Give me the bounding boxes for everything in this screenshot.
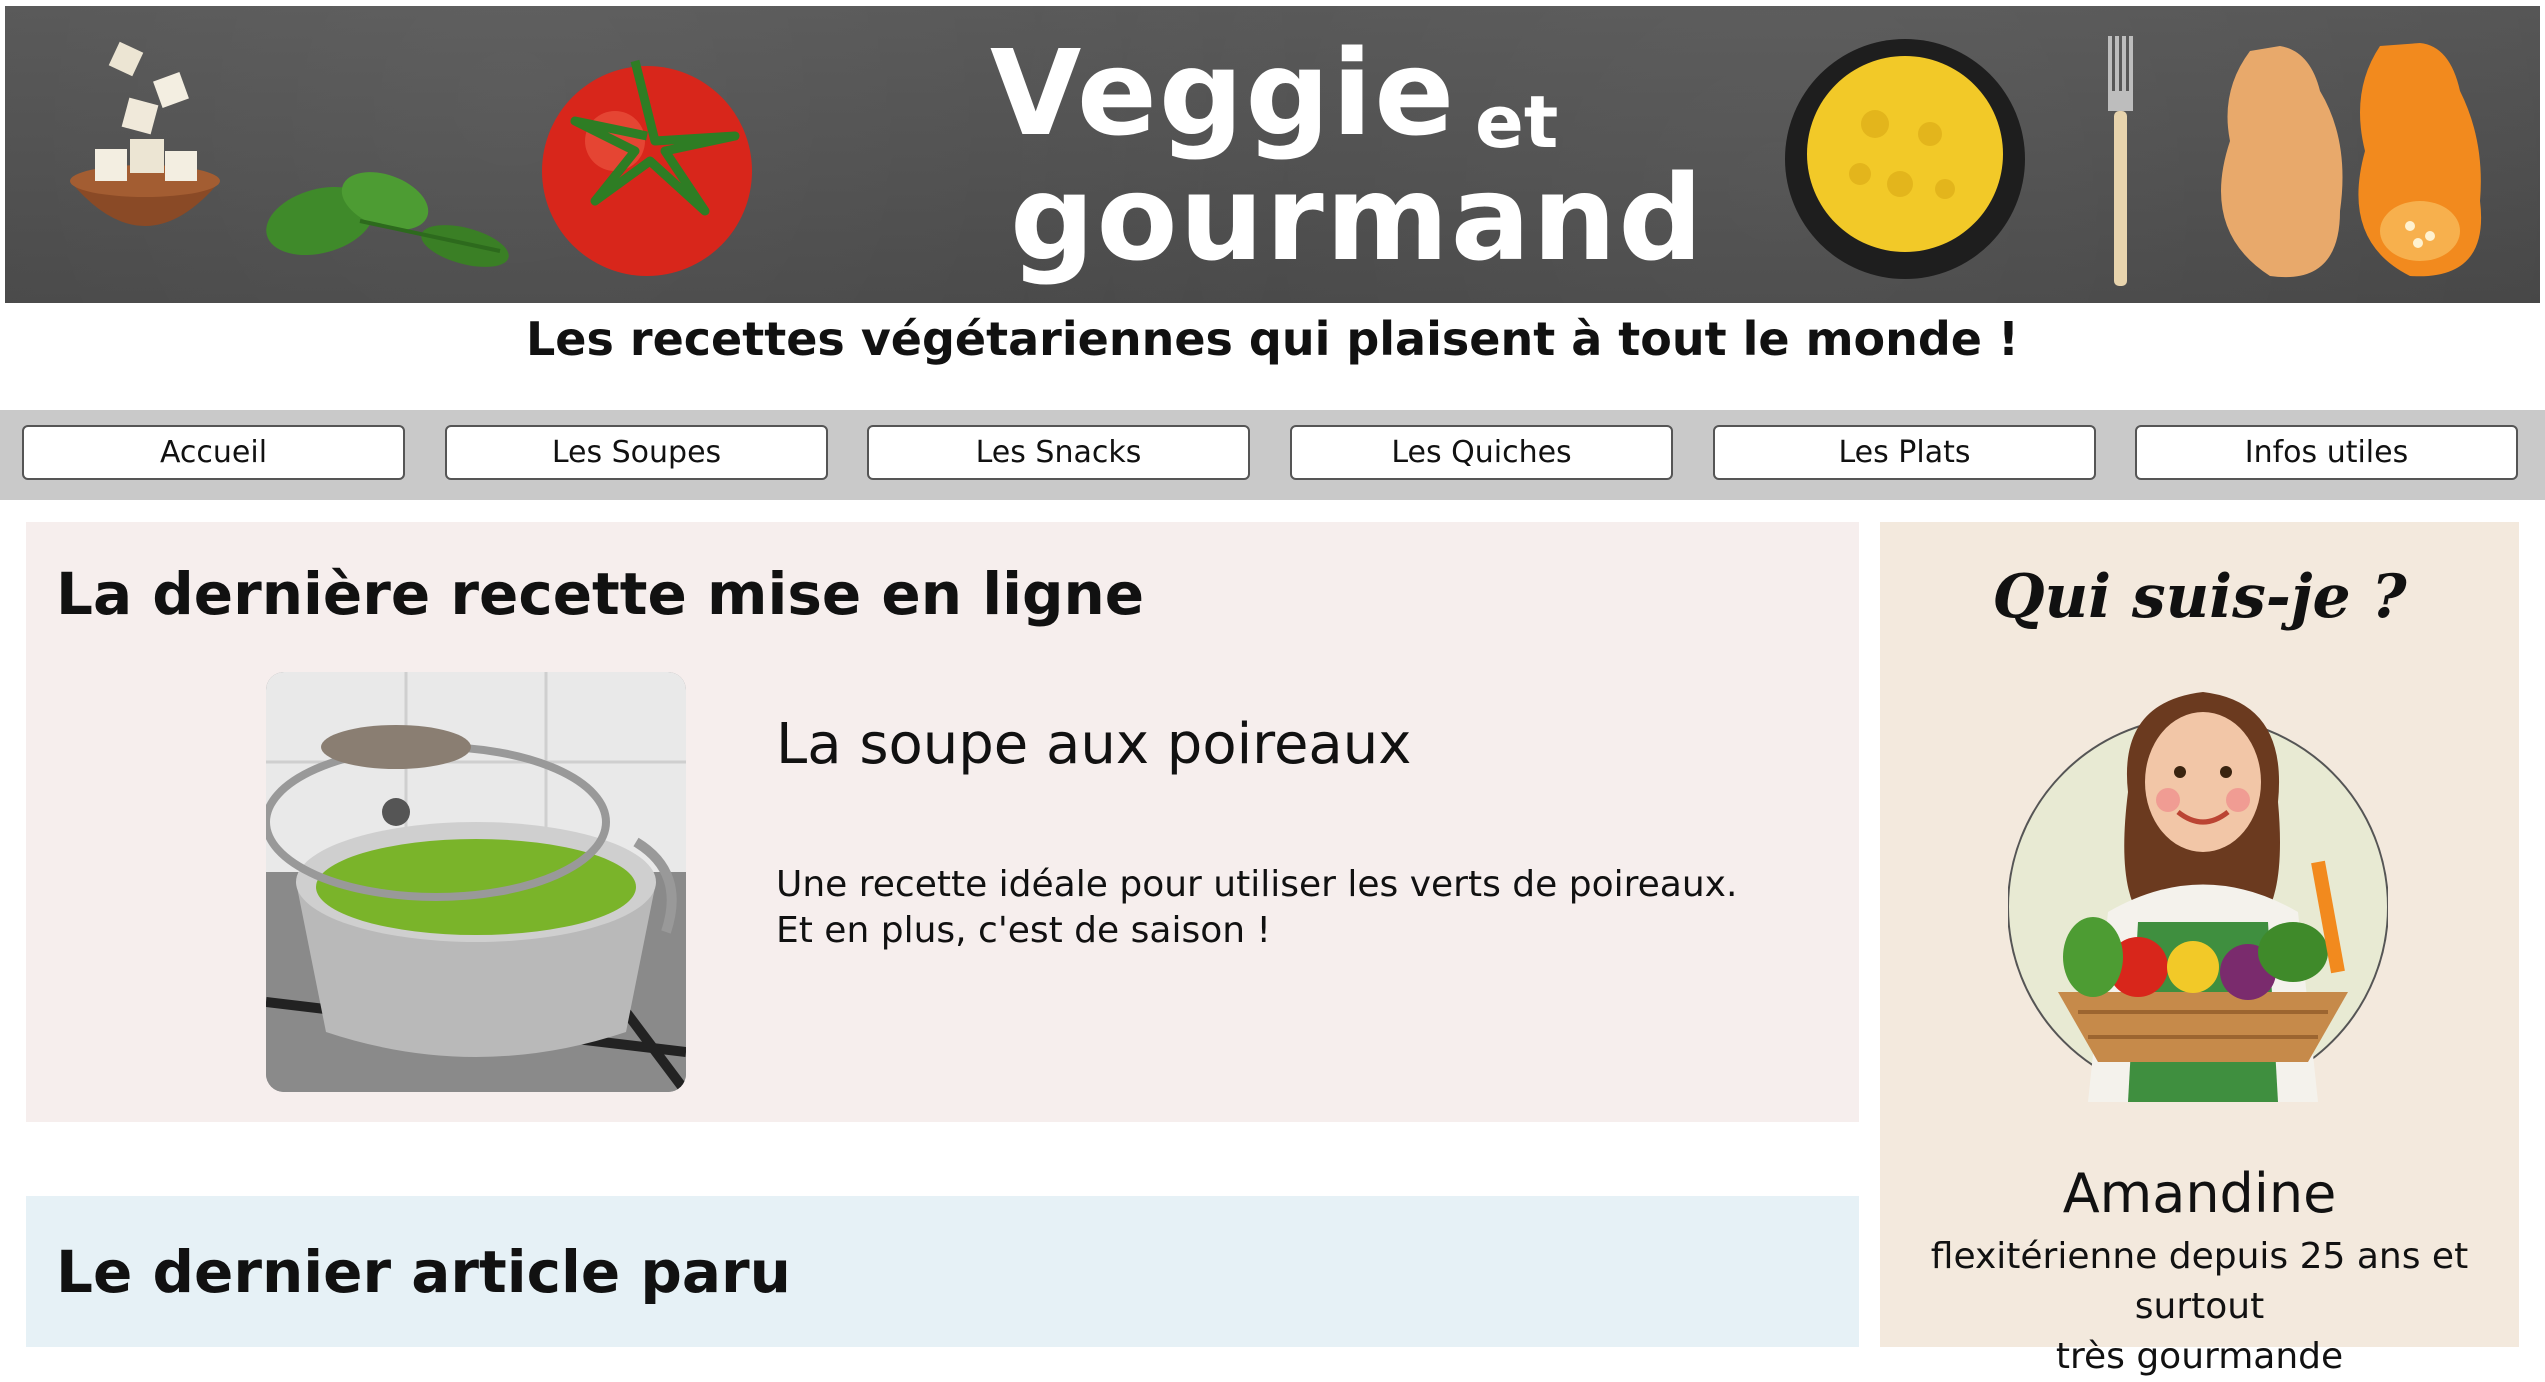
soup-pot-illustration: [266, 672, 686, 1092]
latest-recipe-card: La dernière recette mise en ligne La sou…: [26, 522, 1859, 1122]
about-sidebar: Qui suis-je ? Amandine flexitérienne dep…: [1880, 522, 2519, 1377]
recipe-desc-line1: Une recette idéale pour utiliser les ver…: [776, 864, 1738, 905]
tomato-illustration: [542, 59, 752, 276]
author-desc-line2: très gourmande: [2055, 1336, 2344, 1377]
tofu-bowl-illustration: [70, 41, 220, 226]
fork-illustration: [2108, 36, 2133, 286]
nav-item-snacks[interactable]: Les Snacks: [867, 425, 1250, 480]
nav-item-plats[interactable]: Les Plats: [1713, 425, 2096, 480]
nav-item-quiches[interactable]: Les Quiches: [1290, 425, 1673, 480]
header-banner: Veggie et gourmand: [5, 6, 2540, 303]
author-description: flexitérienne depuis 25 ans et surtout t…: [1880, 1232, 2519, 1382]
author-desc-line1: flexitérienne depuis 25 ans et surtout: [1930, 1236, 2469, 1327]
latest-recipe-heading: La dernière recette mise en ligne: [56, 560, 1145, 628]
avatar: [2007, 682, 2389, 1102]
author-name: Amandine: [2062, 1162, 2337, 1225]
nav-item-soupes[interactable]: Les Soupes: [445, 425, 828, 480]
main-nav: Accueil Les Soupes Les Snacks Les Quiche…: [0, 410, 2545, 500]
logo-line1: Veggie: [990, 24, 1457, 162]
latest-article-card: Le dernier article paru: [26, 1196, 1859, 1347]
latest-article-heading: Le dernier article paru: [56, 1238, 791, 1306]
nav-item-infos[interactable]: Infos utiles: [2135, 425, 2518, 480]
recipe-description: Une recette idéale pour utiliser les ver…: [776, 862, 1737, 954]
author-illustration: [2007, 692, 2389, 1102]
pasta-bowl-illustration: [1785, 39, 2025, 279]
recipe-desc-line2: Et en plus, c'est de saison !: [776, 910, 1271, 951]
about-title: Qui suis-je ?: [1992, 562, 2407, 632]
site-tagline: Les recettes végétariennes qui plaisent …: [526, 312, 2019, 366]
butternut-squash-illustration: [2221, 43, 2482, 278]
nav-item-accueil[interactable]: Accueil: [22, 425, 405, 480]
logo-line2: gourmand: [1010, 149, 1705, 287]
recipe-title-link[interactable]: La soupe aux poireaux: [776, 712, 1411, 777]
recipe-image[interactable]: [266, 672, 686, 1092]
basil-leaves-illustration: [266, 172, 509, 267]
